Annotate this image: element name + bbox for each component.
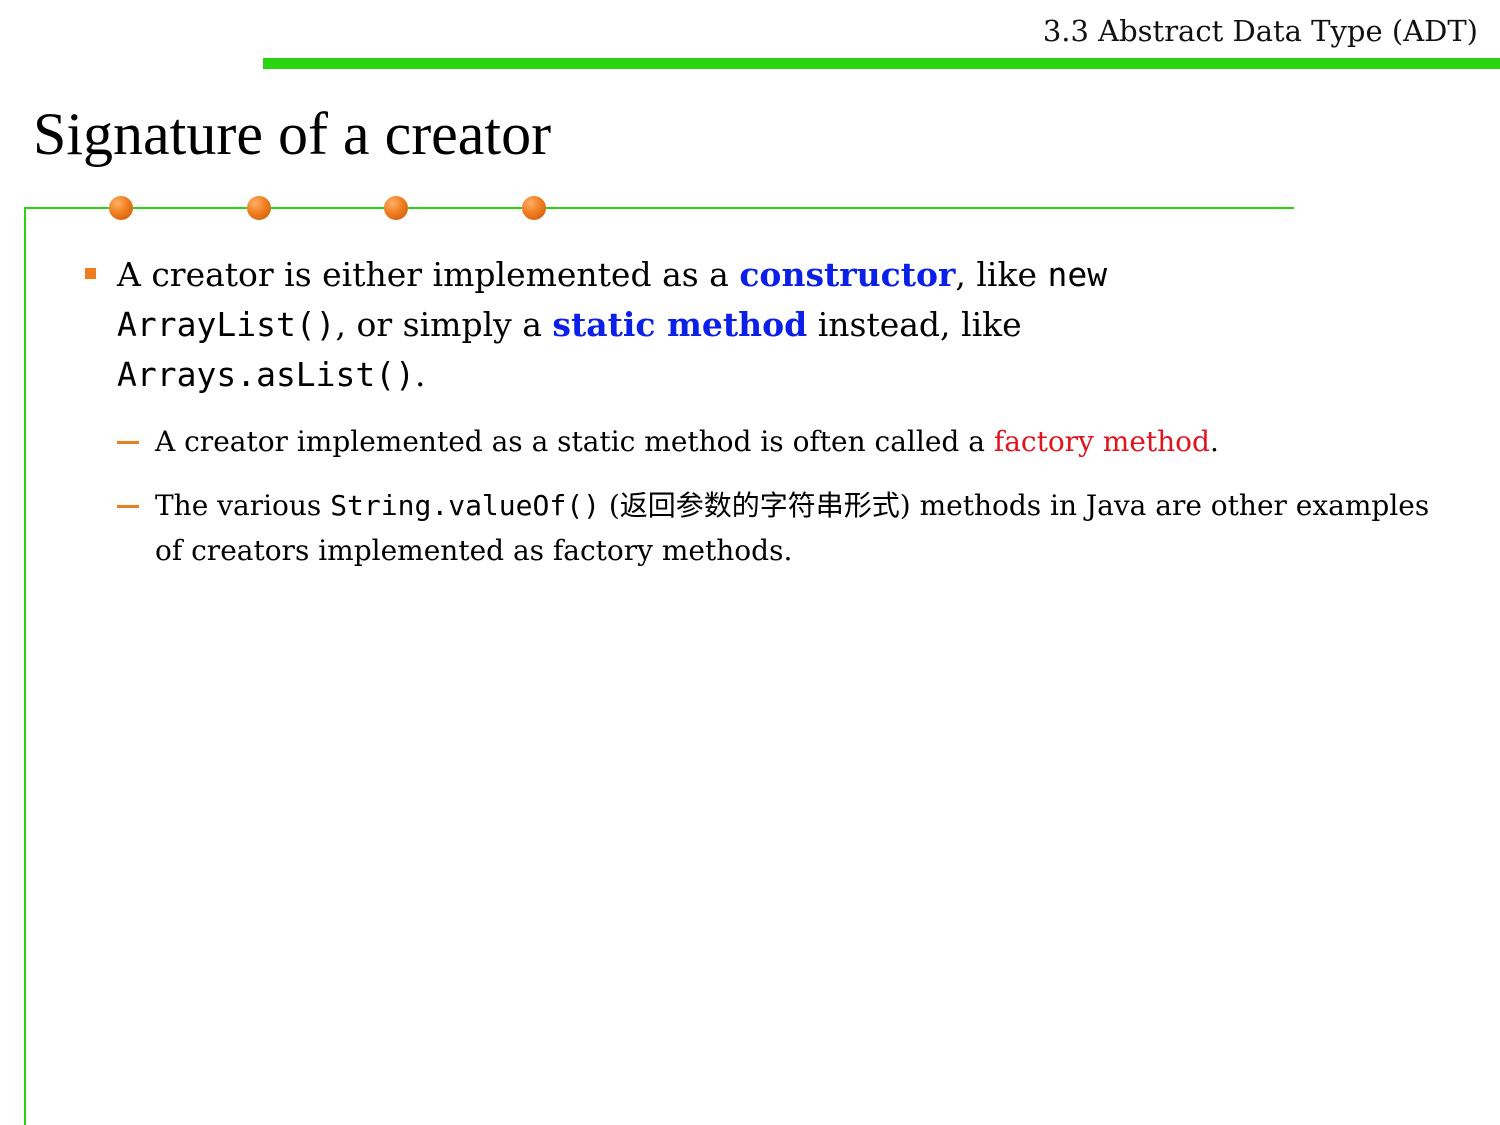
bullet-1-text-d: instead, like <box>807 305 1022 344</box>
bullet-1-text-e: . <box>415 355 426 394</box>
sub-bullet-1-text-b: . <box>1209 425 1219 458</box>
header-accent-bar <box>263 58 1500 69</box>
decorative-dot-4 <box>522 196 546 220</box>
sub-bullet-1: A creator implemented as a static method… <box>155 419 1455 464</box>
left-rule <box>24 207 26 1125</box>
sub-bullet-1-text-a: A creator implemented as a static method… <box>155 425 994 458</box>
bullet-1-text-a: A creator is either implemented as a <box>117 255 740 294</box>
keyword-static-method: static method <box>552 305 808 344</box>
code-string-valueof: String.valueOf() <box>330 489 600 522</box>
decorative-dot-2 <box>247 196 271 220</box>
sub-bullet-2: The various String.valueOf() (返回参数的字符串形式… <box>155 483 1455 573</box>
title-rule <box>24 207 1294 209</box>
section-title: 3.3 Abstract Data Type (ADT) <box>1042 14 1478 48</box>
highlight-factory-method: factory method <box>993 425 1210 458</box>
bullet-square-icon <box>85 268 96 279</box>
decorative-dot-1 <box>109 196 133 220</box>
slide-title: Signature of a creator <box>33 101 552 167</box>
dash-icon-1 <box>117 441 139 444</box>
decorative-dot-3 <box>384 196 408 220</box>
sub-bullet-2-text-a: The various <box>155 489 331 522</box>
bullet-1-text-b: , like <box>955 255 1048 294</box>
bullet-1-text-c: , or simply a <box>335 305 553 344</box>
bullet-1: A creator is either implemented as a con… <box>117 250 1227 400</box>
keyword-constructor: constructor <box>739 255 956 294</box>
dash-icon-2 <box>117 505 139 508</box>
code-arrays-aslist: Arrays.asList() <box>117 355 416 394</box>
